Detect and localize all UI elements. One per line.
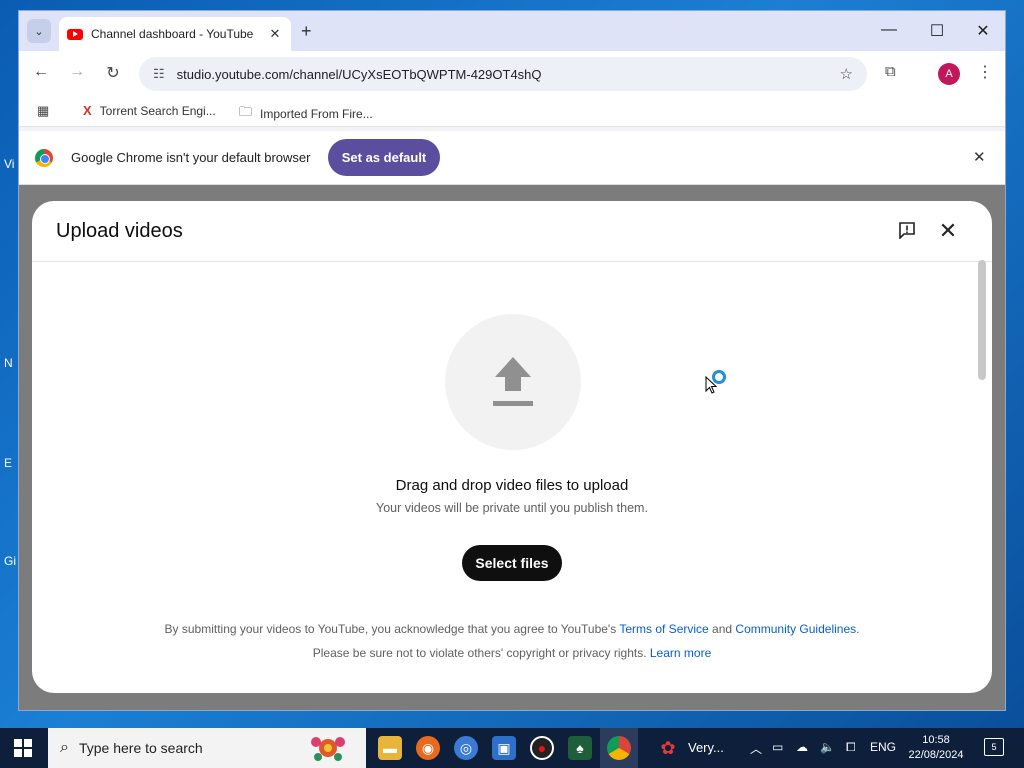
youtube-favicon-icon [67, 28, 83, 40]
legal-text: By submitting your videos to YouTube, yo… [164, 622, 620, 636]
clock-date: 22/08/2024 [908, 749, 964, 761]
reload-icon[interactable]: ↻ [103, 63, 123, 83]
browser-toolbar: ← → ↻ ☷ studio.youtube.com/channel/UCyXs… [19, 51, 1005, 95]
folder-icon: 🗀 [239, 104, 253, 119]
apps-grid-icon[interactable]: ▦ [37, 103, 49, 119]
search-highlight-flower-icon [311, 737, 345, 761]
tab-search-chevron-icon[interactable]: ⌄ [27, 19, 51, 43]
chrome-menu-icon[interactable]: ⋮ [977, 62, 993, 82]
address-bar[interactable]: ☷ studio.youtube.com/channel/UCyXsEOTbQW… [139, 57, 867, 91]
legal-text: and [708, 622, 736, 636]
bookmark-imported-folder[interactable]: 🗀 Imported From Fire... [239, 103, 373, 125]
legal-line-1: By submitting your videos to YouTube, yo… [32, 622, 992, 636]
legal-text: Please be sure not to violate others' co… [312, 646, 650, 660]
very-app-icon[interactable]: ✿ [656, 736, 680, 760]
dialog-header: Upload videos ✕ [32, 201, 992, 262]
tab-strip: ⌄ Channel dashboard - YouTube ✕ + — ☐ ✕ [19, 11, 1005, 51]
tab-title: Channel dashboard - YouTube [91, 27, 254, 41]
network-icon[interactable]: ▭ [772, 740, 783, 754]
extensions-puzzle-icon[interactable]: ⧉ [885, 63, 896, 80]
windows-taskbar: ⌕ Type here to search ▬ ◉ ◎ ▣ ● ♠ ✿ Very… [0, 728, 1024, 768]
desktop-icon-label[interactable]: Gi [4, 554, 16, 568]
select-files-button[interactable]: Select files [462, 545, 562, 581]
clock-time: 10:58 [922, 734, 950, 746]
dialog-close-icon[interactable]: ✕ [937, 218, 959, 244]
upload-drop-zone[interactable] [445, 314, 581, 450]
community-guidelines-link[interactable]: Community Guidelines [735, 622, 856, 636]
search-icon: ⌕ [60, 739, 69, 756]
terms-of-service-link[interactable]: Terms of Service [619, 622, 708, 636]
maximize-icon[interactable]: ☐ [927, 21, 947, 41]
torrent-x-icon: X [83, 103, 92, 118]
busy-spinner-icon [712, 370, 726, 384]
volume-muted-icon[interactable]: 🔈 [820, 740, 835, 754]
solitaire-icon[interactable]: ♠ [568, 736, 592, 760]
display-icon[interactable]: ⧠ [846, 740, 856, 755]
feedback-icon[interactable] [898, 221, 916, 239]
drag-drop-text: Drag and drop video files to upload [395, 477, 629, 494]
chrome-taskbar-icon[interactable] [607, 736, 631, 760]
windows-start-icon[interactable] [14, 739, 32, 757]
upload-arrow-icon [493, 357, 533, 406]
bookmarks-bar: ▦ X Torrent Search Engi... 🗀 Imported Fr… [19, 95, 1005, 127]
minimize-icon[interactable]: — [879, 21, 899, 39]
infobar-close-icon[interactable]: ✕ [973, 148, 986, 166]
taskbar-app-label[interactable]: Very... [688, 740, 724, 755]
desktop-icon-label[interactable]: Vi [4, 157, 14, 171]
tab-channel-dashboard[interactable]: Channel dashboard - YouTube ✕ [59, 17, 291, 51]
bookmark-torrent-search[interactable]: X Torrent Search Engi... [83, 103, 216, 118]
microsoft-store-icon[interactable]: ▣ [492, 736, 516, 760]
language-indicator[interactable]: ENG [870, 740, 896, 754]
file-explorer-icon[interactable]: ▬ [378, 736, 402, 760]
back-arrow-icon[interactable]: ← [31, 63, 51, 81]
firefox-icon[interactable]: ◉ [416, 736, 440, 760]
default-browser-infobar: Google Chrome isn't your default browser… [19, 131, 1005, 185]
forward-arrow-icon[interactable]: → [67, 63, 87, 81]
private-note: Your videos will be private until you pu… [376, 501, 648, 515]
url-text[interactable]: studio.youtube.com/channel/UCyXsEOTbQWPT… [177, 67, 840, 82]
infobar-message: Google Chrome isn't your default browser [71, 150, 311, 165]
desktop-icon-label[interactable]: E [4, 456, 12, 470]
tab-close-icon[interactable]: ✕ [267, 26, 283, 42]
window-close-icon[interactable]: ✕ [973, 21, 993, 41]
learn-more-link[interactable]: Learn more [650, 646, 711, 660]
notification-center-icon[interactable]: 5 [984, 738, 1004, 756]
page-scrollbar[interactable] [978, 260, 986, 380]
recorder-icon[interactable]: ● [530, 736, 554, 760]
taskbar-clock[interactable]: 10:58 22/08/2024 [902, 733, 970, 763]
notification-count: 5 [991, 742, 997, 752]
taskbar-search-placeholder: Type here to search [78, 740, 203, 756]
upload-videos-dialog: Upload videos ✕ Drag and drop video file… [32, 201, 992, 693]
onedrive-cloud-icon[interactable]: ☁ [796, 740, 808, 754]
chromium-icon[interactable]: ◎ [454, 736, 478, 760]
new-tab-plus-icon[interactable]: + [301, 21, 312, 42]
legal-text: . [856, 622, 860, 636]
chrome-logo-icon [35, 149, 53, 167]
desktop-icon-label[interactable]: N [4, 356, 13, 370]
bookmark-label: Torrent Search Engi... [99, 103, 216, 118]
dialog-title: Upload videos [56, 220, 183, 242]
bookmark-label: Imported From Fire... [260, 107, 373, 121]
tray-expand-chevron-icon[interactable]: ︿ [750, 740, 762, 757]
set-as-default-button[interactable]: Set as default [328, 139, 440, 176]
bookmark-star-icon[interactable]: ☆ [840, 65, 853, 83]
site-info-icon[interactable]: ☷ [153, 66, 165, 82]
legal-line-2: Please be sure not to violate others' co… [32, 646, 992, 660]
profile-avatar[interactable]: A [938, 63, 960, 85]
